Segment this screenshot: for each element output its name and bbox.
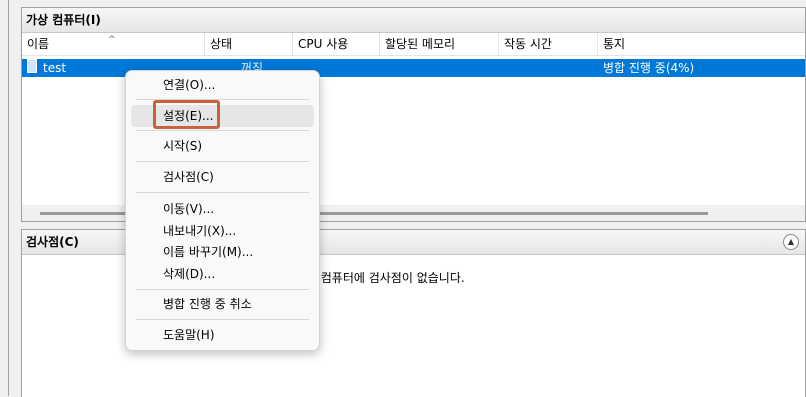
vm-column-headers: 이름 ^ 상태 CPU 사용 할당된 메모리 작동 시간 통지 xyxy=(22,33,805,56)
vm-status: 병합 진행 중(4%) xyxy=(603,61,695,75)
column-name-label: 이름 xyxy=(27,37,50,51)
menu-item-help[interactable]: 도움말(H) xyxy=(131,324,314,346)
vm-panel-title: 가상 컴퓨터(I) xyxy=(22,8,805,33)
menu-item-export[interactable]: 내보내기(X)... xyxy=(131,220,314,242)
column-header-name[interactable]: 이름 ^ xyxy=(22,33,205,55)
column-header-uptime[interactable]: 작동 시간 xyxy=(499,33,598,55)
menu-separator xyxy=(136,289,309,290)
menu-item-start[interactable]: 시작(S) xyxy=(131,135,314,157)
column-header-cpu[interactable]: CPU 사용 xyxy=(293,33,380,55)
vm-icon xyxy=(27,59,37,73)
collapse-icon[interactable]: ▲ xyxy=(783,234,799,250)
menu-item-checkpoint[interactable]: 검사점(C) xyxy=(131,166,314,188)
menu-item-cancel-merge[interactable]: 병합 진행 중 취소 xyxy=(131,293,314,315)
menu-separator xyxy=(136,192,309,193)
menu-item-move[interactable]: 이동(V)... xyxy=(131,198,314,220)
menu-item-rename[interactable]: 이름 바꾸기(M)... xyxy=(131,241,314,263)
menu-separator xyxy=(136,130,309,131)
column-header-state[interactable]: 상태 xyxy=(205,33,293,55)
menu-separator xyxy=(136,319,309,320)
settings-highlight-box xyxy=(153,100,220,129)
menu-item-delete[interactable]: 삭제(D)... xyxy=(131,263,314,285)
left-frame-edge xyxy=(0,0,9,396)
column-header-memory[interactable]: 할당된 메모리 xyxy=(380,33,499,55)
vm-name: test xyxy=(43,61,67,75)
menu-separator xyxy=(136,161,309,162)
menu-item-connect[interactable]: 연결(O)... xyxy=(131,74,314,96)
sort-ascending-icon: ^ xyxy=(108,35,116,45)
column-header-status[interactable]: 통지 xyxy=(598,33,806,55)
